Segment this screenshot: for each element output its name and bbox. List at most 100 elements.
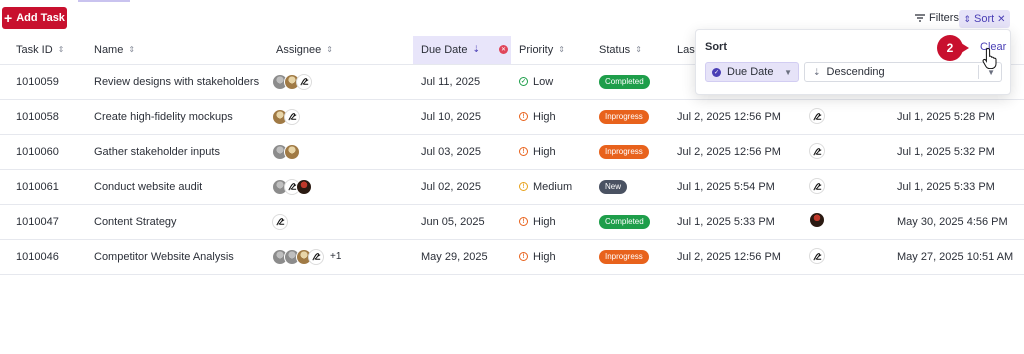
hand-cursor-icon bbox=[982, 47, 997, 69]
priority-cell: ✓ Low bbox=[511, 64, 592, 100]
avatar[interactable] bbox=[308, 248, 324, 265]
sort-arrows-icon: ⇕ bbox=[963, 13, 971, 24]
check-circle-icon: ✓ bbox=[519, 77, 528, 86]
last-updated: Jul 2, 2025 12:56 PM bbox=[670, 134, 790, 170]
column-header-name[interactable]: Name ⇕ bbox=[78, 36, 261, 65]
avatar[interactable] bbox=[296, 178, 312, 195]
sort-panel: Sort Clear ✓ Due Date ▼ ⇣ Descending ▼ bbox=[695, 29, 1011, 95]
column-header-priority[interactable]: Priority ⇕ bbox=[511, 36, 592, 65]
step-number-badge: 2 bbox=[937, 35, 963, 61]
due-date: Jul 02, 2025 bbox=[413, 169, 511, 205]
status-badge[interactable]: Inprogress bbox=[599, 249, 649, 264]
priority-cell: ! High bbox=[511, 99, 592, 135]
created-date: Jul 1, 2025 5:28 PM bbox=[894, 99, 1024, 135]
check-icon: ✓ bbox=[712, 67, 721, 77]
sort-arrows-icon: ⇕ bbox=[558, 45, 565, 55]
avatar[interactable] bbox=[809, 212, 825, 228]
task-name[interactable]: Content Strategy bbox=[78, 204, 261, 240]
status-badge[interactable]: Completed bbox=[599, 74, 650, 89]
active-tab-indicator bbox=[78, 0, 130, 2]
table-row[interactable]: 1010060 Gather stakeholder inputs Jul 03, … bbox=[0, 134, 1024, 170]
add-task-label: Add Task bbox=[16, 12, 65, 24]
sort-direction-value: Descending bbox=[826, 66, 885, 78]
column-header-task-id[interactable]: Task ID ⇕ bbox=[0, 36, 78, 65]
column-header-status[interactable]: Status ⇕ bbox=[592, 36, 670, 65]
filters-label: Filters bbox=[929, 12, 959, 24]
avatar[interactable] bbox=[272, 213, 288, 230]
sort-button[interactable]: ⇕ Sort ✕ bbox=[959, 10, 1010, 28]
sort-arrows-icon: ⇕ bbox=[128, 45, 136, 55]
priority-cell: ! Medium bbox=[511, 169, 592, 205]
updated-by-cell bbox=[790, 204, 894, 240]
task-name[interactable]: Competitor Website Analysis bbox=[78, 239, 261, 275]
close-icon[interactable]: ✕ bbox=[997, 14, 1005, 25]
table-row[interactable]: 1010047 Content Strategy Jun 05, 2025! High… bbox=[0, 204, 1024, 240]
alert-circle-icon: ! bbox=[519, 182, 528, 191]
due-date: Jun 05, 2025 bbox=[413, 204, 511, 240]
chevron-down-icon: ▼ bbox=[784, 67, 792, 77]
column-header-due-date[interactable]: Due Date ⇣ ✕ bbox=[413, 36, 511, 65]
sort-descending-icon: ⇣ bbox=[472, 44, 481, 55]
sort-field-value: Due Date bbox=[727, 66, 774, 78]
table-row[interactable]: 1010061 Conduct website audit Jul 02, 2025… bbox=[0, 169, 1024, 205]
filter-icon bbox=[915, 14, 925, 22]
due-date: Jul 10, 2025 bbox=[413, 99, 511, 135]
priority-label: High bbox=[533, 145, 556, 158]
task-name[interactable]: Conduct website audit bbox=[78, 169, 261, 205]
assignee-cell bbox=[261, 99, 413, 135]
avatar[interactable] bbox=[809, 143, 825, 160]
created-date: May 27, 2025 10:51 AM bbox=[894, 239, 1024, 275]
created-date: Jul 1, 2025 5:33 PM bbox=[894, 169, 1024, 205]
task-id: 1010060 bbox=[0, 134, 78, 170]
last-updated: Jul 2, 2025 12:56 PM bbox=[670, 239, 790, 275]
avatar[interactable] bbox=[296, 73, 312, 90]
priority-label: Low bbox=[533, 75, 554, 88]
priority-label: High bbox=[533, 250, 556, 263]
status-cell: Completed bbox=[592, 64, 670, 100]
status-cell: Inprogress bbox=[592, 134, 670, 170]
status-badge[interactable]: Inprogress bbox=[599, 144, 649, 159]
status-badge[interactable]: Completed bbox=[599, 214, 650, 229]
status-badge[interactable]: New bbox=[599, 179, 628, 194]
due-date: Jul 03, 2025 bbox=[413, 134, 511, 170]
updated-by-cell bbox=[790, 99, 894, 135]
priority-cell: ! High bbox=[511, 239, 592, 275]
more-assignees-count[interactable]: +1 bbox=[330, 251, 341, 262]
alert-circle-icon: ! bbox=[519, 252, 528, 261]
avatar[interactable] bbox=[809, 248, 825, 265]
column-header-assignee[interactable]: Assignee ⇕ bbox=[261, 36, 413, 65]
assignee-cell bbox=[261, 169, 413, 205]
status-badge[interactable]: Inprogress bbox=[599, 109, 649, 124]
updated-by-cell bbox=[790, 134, 894, 170]
sort-label: Sort bbox=[973, 13, 995, 25]
last-updated: Jul 2, 2025 12:56 PM bbox=[670, 99, 790, 135]
status-cell: New bbox=[592, 169, 670, 205]
remove-sort-icon[interactable]: ✕ bbox=[499, 45, 509, 55]
task-name[interactable]: Review designs with stakeholders bbox=[78, 64, 261, 100]
table-row[interactable]: 1010046 Competitor Website Analysis +1 May … bbox=[0, 239, 1024, 275]
add-task-button[interactable]: + Add Task bbox=[2, 7, 67, 29]
sort-field-select[interactable]: ✓ Due Date ▼ bbox=[705, 62, 799, 82]
alert-circle-icon: ! bbox=[519, 112, 528, 121]
assignee-cell bbox=[261, 204, 413, 240]
table-row[interactable]: 1010058 Create high-fidelity mockups Jul 1… bbox=[0, 99, 1024, 135]
due-date: May 29, 2025 bbox=[413, 239, 511, 275]
due-date: Jul 11, 2025 bbox=[413, 64, 511, 100]
task-name[interactable]: Create high-fidelity mockups bbox=[78, 99, 261, 135]
assignee-cell bbox=[261, 64, 413, 100]
status-cell: Inprogress bbox=[592, 239, 670, 275]
sort-arrows-icon: ⇕ bbox=[635, 45, 642, 55]
status-cell: Inprogress bbox=[592, 99, 670, 135]
avatar[interactable] bbox=[809, 108, 825, 125]
sort-direction-select[interactable]: ⇣ Descending ▼ bbox=[804, 62, 1002, 82]
filters-button[interactable]: Filters bbox=[915, 12, 959, 24]
sort-arrows-icon: ⇕ bbox=[326, 45, 333, 55]
alert-circle-icon: ! bbox=[519, 147, 528, 156]
priority-label: Medium bbox=[533, 180, 573, 193]
avatar[interactable] bbox=[809, 178, 825, 195]
task-id: 1010047 bbox=[0, 204, 78, 240]
avatar[interactable] bbox=[284, 108, 300, 125]
avatar[interactable] bbox=[284, 143, 300, 160]
task-name[interactable]: Gather stakeholder inputs bbox=[78, 134, 261, 170]
updated-by-cell bbox=[790, 169, 894, 205]
